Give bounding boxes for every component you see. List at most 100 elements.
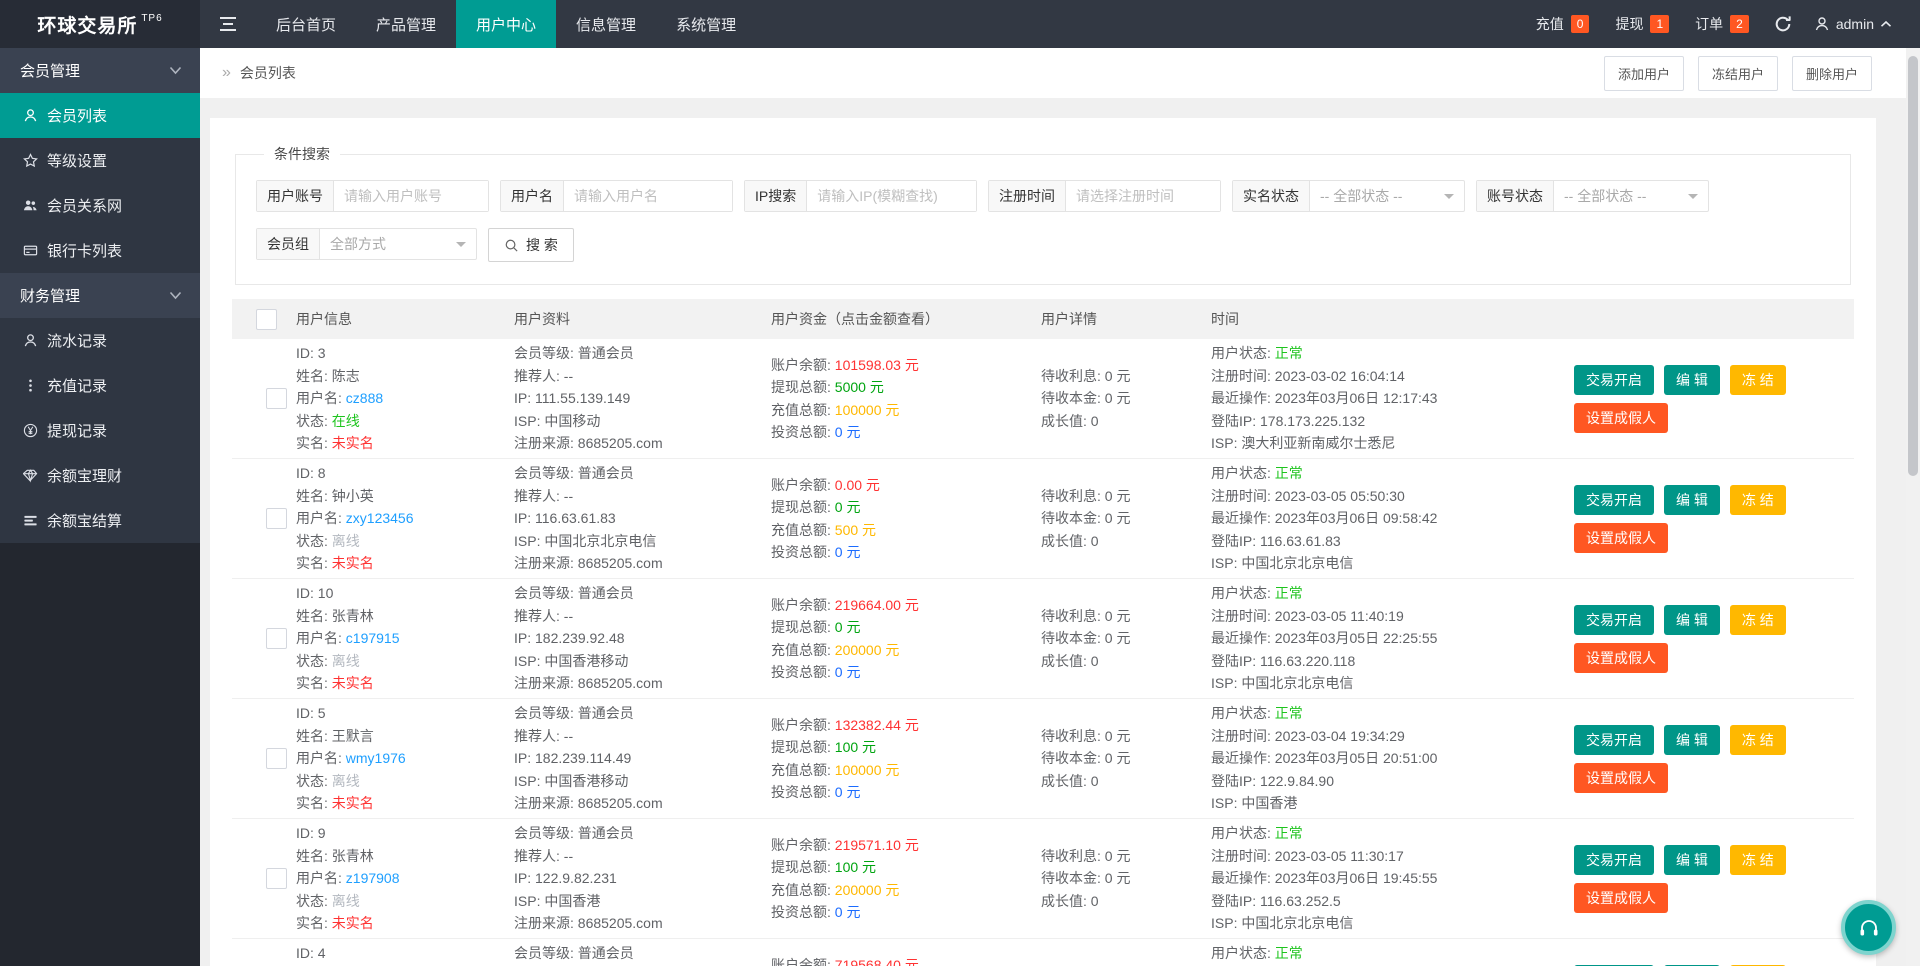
edit-button[interactable]: 编 辑 [1664, 364, 1720, 395]
withdraw-total[interactable]: 5000 元 [835, 379, 884, 395]
set-fake-user-button[interactable]: 设置成假人 [1574, 642, 1668, 673]
sidebar-group-member-management[interactable]: 会员管理 [0, 48, 200, 93]
account-input[interactable] [334, 181, 488, 211]
row-checkbox[interactable] [265, 748, 287, 769]
row-checkbox[interactable] [265, 388, 287, 409]
user-menu[interactable]: admin [1804, 16, 1902, 32]
username-link[interactable]: cz888 [346, 390, 383, 406]
invest-total[interactable]: 0 元 [835, 664, 861, 680]
referrer: -- [563, 367, 574, 384]
chevron-up-icon [1880, 20, 1892, 27]
user-info-cell: ID: 8 姓名: 钟小英 用户名: zxy123456 状态: 离线 实名: … [296, 465, 414, 572]
member-group-select[interactable]: 全部方式 [320, 229, 476, 259]
edit-button[interactable]: 编 辑 [1664, 844, 1720, 875]
withdraw-total[interactable]: 100 元 [835, 859, 876, 875]
sidebar-item-level-settings[interactable]: 等级设置 [0, 138, 200, 183]
sidebar-item-member-network[interactable]: 会员关系网 [0, 183, 200, 228]
account-balance[interactable]: 132382.44 元 [835, 717, 919, 733]
username-input[interactable] [564, 181, 732, 211]
sidebar-item-bank-cards[interactable]: 银行卡列表 [0, 228, 200, 273]
nav-item-system[interactable]: 系统管理 [656, 0, 756, 48]
edit-button[interactable]: 编 辑 [1664, 484, 1720, 515]
nav-item-products[interactable]: 产品管理 [356, 0, 456, 48]
account-status-select[interactable]: -- 全部状态 -- [1554, 181, 1708, 211]
scrollbar-thumb[interactable] [1908, 56, 1918, 476]
sidebar-item-recharge-records[interactable]: 充值记录 [0, 363, 200, 408]
recharge-total[interactable]: 100000 元 [835, 402, 900, 418]
nav-item-dashboard[interactable]: 后台首页 [256, 0, 356, 48]
username-link[interactable]: c197915 [346, 630, 400, 646]
edit-button[interactable]: 编 辑 [1664, 724, 1720, 755]
floating-service-button[interactable] [1841, 900, 1896, 955]
username-link[interactable]: zxy123456 [346, 510, 414, 526]
sidebar-group-label: 财务管理 [20, 288, 81, 305]
withdraw-total[interactable]: 100 元 [835, 739, 876, 755]
register-time-input[interactable] [1066, 181, 1220, 211]
invest-total[interactable]: 0 元 [835, 544, 861, 560]
row-checkbox[interactable] [265, 868, 287, 889]
invest-total[interactable]: 0 元 [835, 784, 861, 800]
delete-user-button[interactable]: 删除用户 [1791, 55, 1872, 91]
recharge-stat[interactable]: 充值 0 [1523, 14, 1603, 34]
recharge-total[interactable]: 200000 元 [835, 882, 900, 898]
select-all-checkbox[interactable] [256, 308, 277, 330]
invest-total[interactable]: 0 元 [835, 904, 861, 920]
withdraw-total[interactable]: 0 元 [835, 499, 861, 515]
sidebar-item-member-list[interactable]: 会员列表 [0, 93, 200, 138]
nav-item-information[interactable]: 信息管理 [556, 0, 656, 48]
withdraw-stat[interactable]: 提现 1 [1602, 14, 1682, 34]
sidebar-item-flow-records[interactable]: 流水记录 [0, 318, 200, 363]
refresh-button[interactable] [1762, 15, 1804, 33]
sidebar-item-withdraw-records[interactable]: 提现记录 [0, 408, 200, 453]
add-user-button[interactable]: 添加用户 [1603, 55, 1684, 91]
time-cell: 用户状态: 正常 注册时间: 2023-03-05 05:50:30 最近操作:… [1211, 465, 1438, 572]
trade-toggle-button[interactable]: 交易开启 [1574, 604, 1654, 635]
trade-toggle-button[interactable]: 交易开启 [1574, 724, 1654, 755]
growth-value: 0 [1090, 412, 1099, 429]
account-balance[interactable]: 719568.40 元 [835, 957, 919, 966]
account-balance[interactable]: 0.00 元 [835, 477, 880, 493]
growth-value: 0 [1090, 532, 1099, 549]
account-balance[interactable]: 101598.03 元 [835, 357, 919, 373]
register-time: 2023-03-05 05:50:30 [1274, 487, 1405, 504]
username-link[interactable]: wmy1976 [346, 750, 406, 766]
freeze-button[interactable]: 冻 结 [1729, 364, 1786, 395]
account-balance[interactable]: 219664.00 元 [835, 597, 919, 613]
username-link[interactable]: z197908 [346, 870, 400, 886]
freeze-button[interactable]: 冻 结 [1729, 724, 1786, 755]
recharge-total[interactable]: 500 元 [835, 522, 876, 538]
row-checkbox[interactable] [265, 628, 287, 649]
account-balance[interactable]: 219571.10 元 [835, 837, 919, 853]
freeze-button[interactable]: 冻 结 [1729, 484, 1786, 515]
vertical-scrollbar[interactable] [1906, 48, 1920, 966]
orders-stat[interactable]: 订单 2 [1682, 14, 1762, 34]
set-fake-user-button[interactable]: 设置成假人 [1574, 762, 1668, 793]
recharge-total[interactable]: 200000 元 [835, 642, 900, 658]
trade-toggle-button[interactable]: 交易开启 [1574, 844, 1654, 875]
freeze-button[interactable]: 冻 结 [1729, 844, 1786, 875]
withdraw-total[interactable]: 0 元 [835, 619, 861, 635]
trade-toggle-button[interactable]: 交易开启 [1574, 364, 1654, 395]
search-button-label: 搜 索 [526, 237, 558, 253]
nav-item-user-center[interactable]: 用户中心 [456, 0, 557, 48]
freeze-user-button[interactable]: 冻结用户 [1697, 55, 1778, 91]
row-checkbox[interactable] [265, 508, 287, 529]
trade-toggle-button[interactable]: 交易开启 [1574, 484, 1654, 515]
set-fake-user-button[interactable]: 设置成假人 [1574, 882, 1668, 913]
invest-total[interactable]: 0 元 [835, 424, 861, 440]
sidebar-group-finance-management[interactable]: 财务管理 [0, 273, 200, 318]
edit-button[interactable]: 编 辑 [1664, 604, 1720, 635]
time-cell: 用户状态: 正常 注册时间: 2023-03-05 11:40:19 最近操作:… [1211, 585, 1438, 692]
search-button[interactable]: 搜 索 [488, 228, 574, 262]
freeze-button[interactable]: 冻 结 [1729, 604, 1786, 635]
sidebar-item-yuebao-settlement[interactable]: 余额宝结算 [0, 498, 200, 543]
pending-principal: 0 元 [1104, 390, 1131, 407]
set-fake-user-button[interactable]: 设置成假人 [1574, 522, 1668, 553]
recharge-total[interactable]: 100000 元 [835, 762, 900, 778]
set-fake-user-button[interactable]: 设置成假人 [1574, 402, 1668, 433]
ip-search-input[interactable] [807, 181, 976, 211]
register-time: 2023-03-05 11:40:19 [1274, 607, 1404, 624]
realname-status-select[interactable]: -- 全部状态 -- [1310, 181, 1464, 211]
sidebar-toggle-button[interactable] [200, 0, 256, 48]
sidebar-item-yuebao-finance[interactable]: 余额宝理财 [0, 453, 200, 498]
